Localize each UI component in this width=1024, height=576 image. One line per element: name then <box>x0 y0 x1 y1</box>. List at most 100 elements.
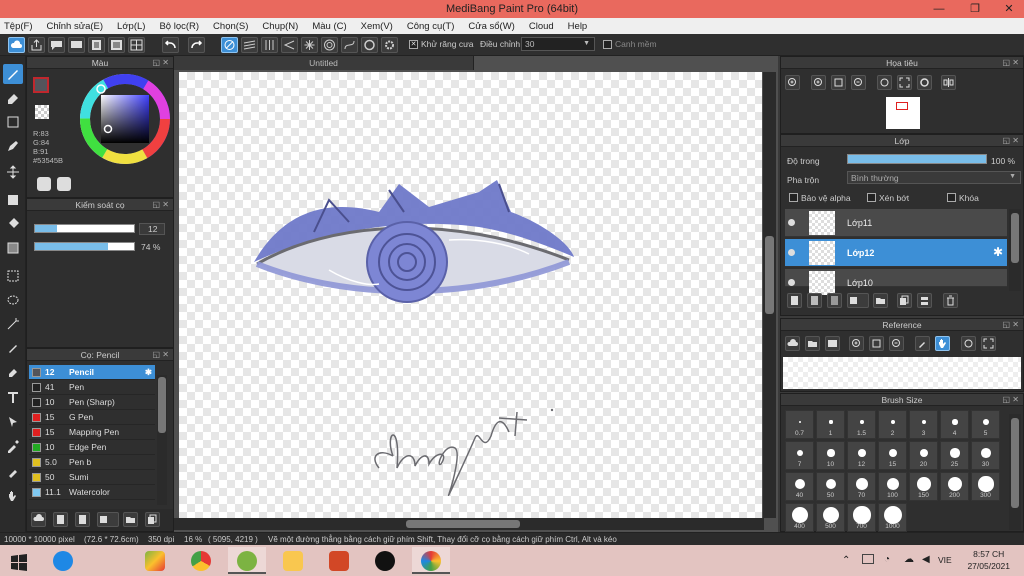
layer-list-scroll-thumb[interactable] <box>1011 213 1019 263</box>
magic-wand-tool[interactable] <box>3 314 23 334</box>
brush-size-cell[interactable]: 12 <box>847 441 876 470</box>
comment-button[interactable] <box>48 37 65 53</box>
palette-button[interactable] <box>37 177 51 191</box>
brush-folder-button[interactable] <box>123 512 138 527</box>
brush-copy-button[interactable] <box>75 512 90 527</box>
brush-item[interactable]: 10 Edge Pen <box>29 440 155 455</box>
brush-size-cell[interactable]: 1.5 <box>847 410 876 439</box>
correction-select[interactable]: 30 ▼ <box>521 37 595 51</box>
primary-color-swatch[interactable] <box>33 77 49 93</box>
canvas-vertical-scroll-thumb[interactable] <box>765 236 774 314</box>
eye-icon[interactable] <box>788 249 795 256</box>
panel-controls-icon[interactable]: ◱ ✕ <box>1003 57 1019 69</box>
select-tool[interactable] <box>3 266 23 286</box>
brush-item[interactable]: 15 G Pen <box>29 410 155 425</box>
brush-item[interactable]: 12 Pencil ✱ <box>29 365 155 380</box>
cross-snap-button[interactable] <box>261 37 278 53</box>
select-eraser-tool[interactable] <box>3 362 23 382</box>
eyedropper-tool[interactable] <box>3 436 23 456</box>
hand-tool[interactable] <box>3 486 23 506</box>
layer-folder-button[interactable] <box>873 293 888 308</box>
brush-size-slider[interactable] <box>34 224 135 233</box>
layer-list-scrollbar[interactable] <box>1009 209 1021 291</box>
brush-size-cell[interactable]: 0.7 <box>785 410 814 439</box>
nav-fit-button[interactable] <box>831 75 846 90</box>
brush-item[interactable]: 11.1 Watercolor <box>29 485 155 500</box>
layer-opacity-slider[interactable] <box>847 154 987 164</box>
layer-row[interactable]: Lớp10 <box>785 269 1007 295</box>
panel-controls-icon[interactable]: ◱ ✕ <box>1003 135 1019 147</box>
protect-alpha-checkbox[interactable] <box>789 193 798 202</box>
menu-snap[interactable]: Chụp(N) <box>262 21 298 32</box>
brush-size-cell[interactable]: 5 <box>971 410 1000 439</box>
nav-zoom-in-button[interactable] <box>785 75 800 90</box>
color-wheel[interactable] <box>79 73 171 165</box>
brush-size-cell[interactable]: 400 <box>785 503 814 532</box>
navigator-viewport[interactable] <box>896 102 908 110</box>
brush-size-cell[interactable]: 500 <box>816 503 845 532</box>
ref-canvas-button[interactable] <box>825 336 840 351</box>
eye-icon[interactable] <box>788 279 795 286</box>
snap-off-button[interactable] <box>221 37 238 53</box>
start-button[interactable] <box>0 547 38 574</box>
delete-layer-button[interactable] <box>943 293 958 308</box>
volume-icon[interactable]: ◀ <box>922 554 930 565</box>
battery-icon[interactable] <box>862 554 874 564</box>
ellipse-snap-button[interactable] <box>361 37 378 53</box>
ref-open-button[interactable] <box>805 336 820 351</box>
add-brush-button[interactable] <box>31 512 46 527</box>
layer-row[interactable]: Lớp12 ✱ <box>785 239 1007 267</box>
brush-size-cell[interactable]: 70 <box>847 472 876 501</box>
taskbar-app-green[interactable] <box>228 547 266 574</box>
brush-size-cell[interactable]: 15 <box>878 441 907 470</box>
brush-size-cell[interactable]: 50 <box>816 472 845 501</box>
new-bitmap-layer-button[interactable] <box>827 293 842 308</box>
brush-item[interactable]: 15 Mapping Pen <box>29 425 155 440</box>
snap-settings-button[interactable] <box>381 37 398 53</box>
storyboard-button[interactable] <box>128 37 145 53</box>
brush-doc-button[interactable] <box>53 512 68 527</box>
menu-color[interactable]: Màu (C) <box>312 21 346 32</box>
menu-window[interactable]: Cửa sổ(W) <box>468 21 514 32</box>
nav-reset-button[interactable] <box>917 75 932 90</box>
eraser-tool[interactable] <box>3 88 23 108</box>
drawing-canvas[interactable] <box>179 72 762 518</box>
menu-select[interactable]: Chọn(S) <box>213 21 248 32</box>
brush-size-cell[interactable]: 20 <box>909 441 938 470</box>
brush-size-cell[interactable]: 2 <box>878 410 907 439</box>
brush-size-cell[interactable]: 1 <box>816 410 845 439</box>
brush-tool[interactable] <box>3 64 23 84</box>
menu-edit[interactable]: Chỉnh sửa(E) <box>47 21 104 32</box>
panel-controls-icon[interactable]: ◱ ✕ <box>153 349 169 361</box>
curve-snap-button[interactable] <box>341 37 358 53</box>
select-pen-tool[interactable] <box>3 338 23 358</box>
radial-snap-button[interactable] <box>301 37 318 53</box>
pen-tool[interactable] <box>3 136 23 156</box>
nav-rotate-button[interactable] <box>877 75 892 90</box>
taskbar-file-explorer[interactable] <box>274 547 312 574</box>
add-layer-menu-button[interactable] <box>847 293 869 308</box>
gear-icon[interactable]: ✱ <box>145 365 152 379</box>
panel-controls-icon[interactable]: ◱ ✕ <box>1003 394 1019 406</box>
message-button[interactable] <box>68 37 85 53</box>
input-language[interactable]: VIE <box>938 555 952 565</box>
brush-size-cell[interactable]: 3 <box>909 410 938 439</box>
ref-eyedropper-button[interactable] <box>915 336 930 351</box>
color-history-button[interactable] <box>57 177 71 191</box>
menu-filter[interactable]: Bộ lọc(R) <box>159 21 199 32</box>
brush-list-scrollbar[interactable] <box>157 375 167 505</box>
canvas-vertical-scrollbar[interactable] <box>763 72 776 518</box>
reference-view[interactable] <box>783 357 1021 389</box>
clipping-checkbox[interactable] <box>867 193 876 202</box>
shape-tool[interactable] <box>3 112 23 132</box>
ref-hand-button[interactable] <box>935 336 950 351</box>
brush-size-cell[interactable]: 100 <box>878 472 907 501</box>
duplicate-layer-button[interactable] <box>897 293 912 308</box>
text-tool[interactable] <box>3 388 23 408</box>
brush-size-cell[interactable]: 10 <box>816 441 845 470</box>
menu-cloud[interactable]: Cloud <box>529 21 554 32</box>
ref-rotate-button[interactable] <box>961 336 976 351</box>
brush-size-cell[interactable]: 200 <box>940 472 969 501</box>
move-tool[interactable] <box>3 162 23 182</box>
brush-add-menu-button[interactable] <box>97 512 119 527</box>
